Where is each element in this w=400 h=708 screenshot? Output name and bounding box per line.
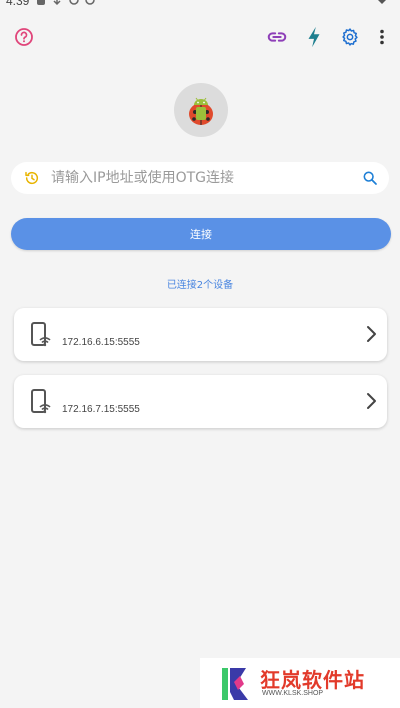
flash-icon	[308, 26, 320, 48]
watermark: 狂岚软件站 WWW.KLSK.SHOP	[200, 658, 400, 708]
help-circle-icon	[15, 28, 33, 46]
connect-button-label: 连接	[190, 228, 212, 241]
search-icon[interactable]	[362, 170, 378, 186]
status-time: 4:39	[6, 0, 30, 8]
ladybug-android-icon	[189, 97, 213, 125]
device-address: 172.16.6.15:5555	[62, 337, 140, 348]
connected-devices-status[interactable]: 已连接2个设备	[0, 276, 400, 291]
settings-button[interactable]	[338, 25, 362, 49]
device-card[interactable]: 172.16.6.15:5555	[14, 308, 387, 361]
phone-wifi-icon	[31, 322, 51, 347]
app-screen: 4:39 请输入IP地址或使用OTG连接 连接 已连接2个设备 172.16.6…	[0, 0, 400, 708]
watermark-title: 狂岚软件站	[260, 668, 365, 692]
help-button[interactable]	[12, 25, 36, 49]
phone-wifi-icon	[31, 389, 51, 414]
search-box	[11, 162, 389, 194]
gear-icon	[342, 28, 358, 46]
signal-icon	[378, 0, 386, 4]
status-bar: 4:39	[0, 0, 400, 10]
link-icon	[267, 32, 287, 42]
link-button[interactable]	[265, 25, 289, 49]
app-logo	[174, 83, 228, 137]
chevron-right-icon	[367, 326, 376, 342]
flash-button[interactable]	[302, 25, 326, 49]
notification-icon	[37, 0, 45, 5]
chevron-right-icon	[367, 393, 376, 409]
more-vert-icon	[380, 29, 384, 45]
watermark-url: WWW.KLSK.SHOP	[262, 690, 324, 697]
link-status-icon	[69, 0, 79, 5]
history-icon[interactable]	[24, 170, 40, 186]
device-card[interactable]: 172.16.7.15:5555	[14, 375, 387, 428]
connect-button[interactable]: 连接	[11, 218, 391, 250]
device-address: 172.16.7.15:5555	[62, 404, 140, 415]
link-status-icon-2	[85, 0, 95, 5]
more-options-button[interactable]	[370, 25, 394, 49]
download-icon	[53, 0, 61, 6]
ip-address-input[interactable]	[51, 162, 351, 194]
watermark-logo-icon	[222, 668, 248, 700]
